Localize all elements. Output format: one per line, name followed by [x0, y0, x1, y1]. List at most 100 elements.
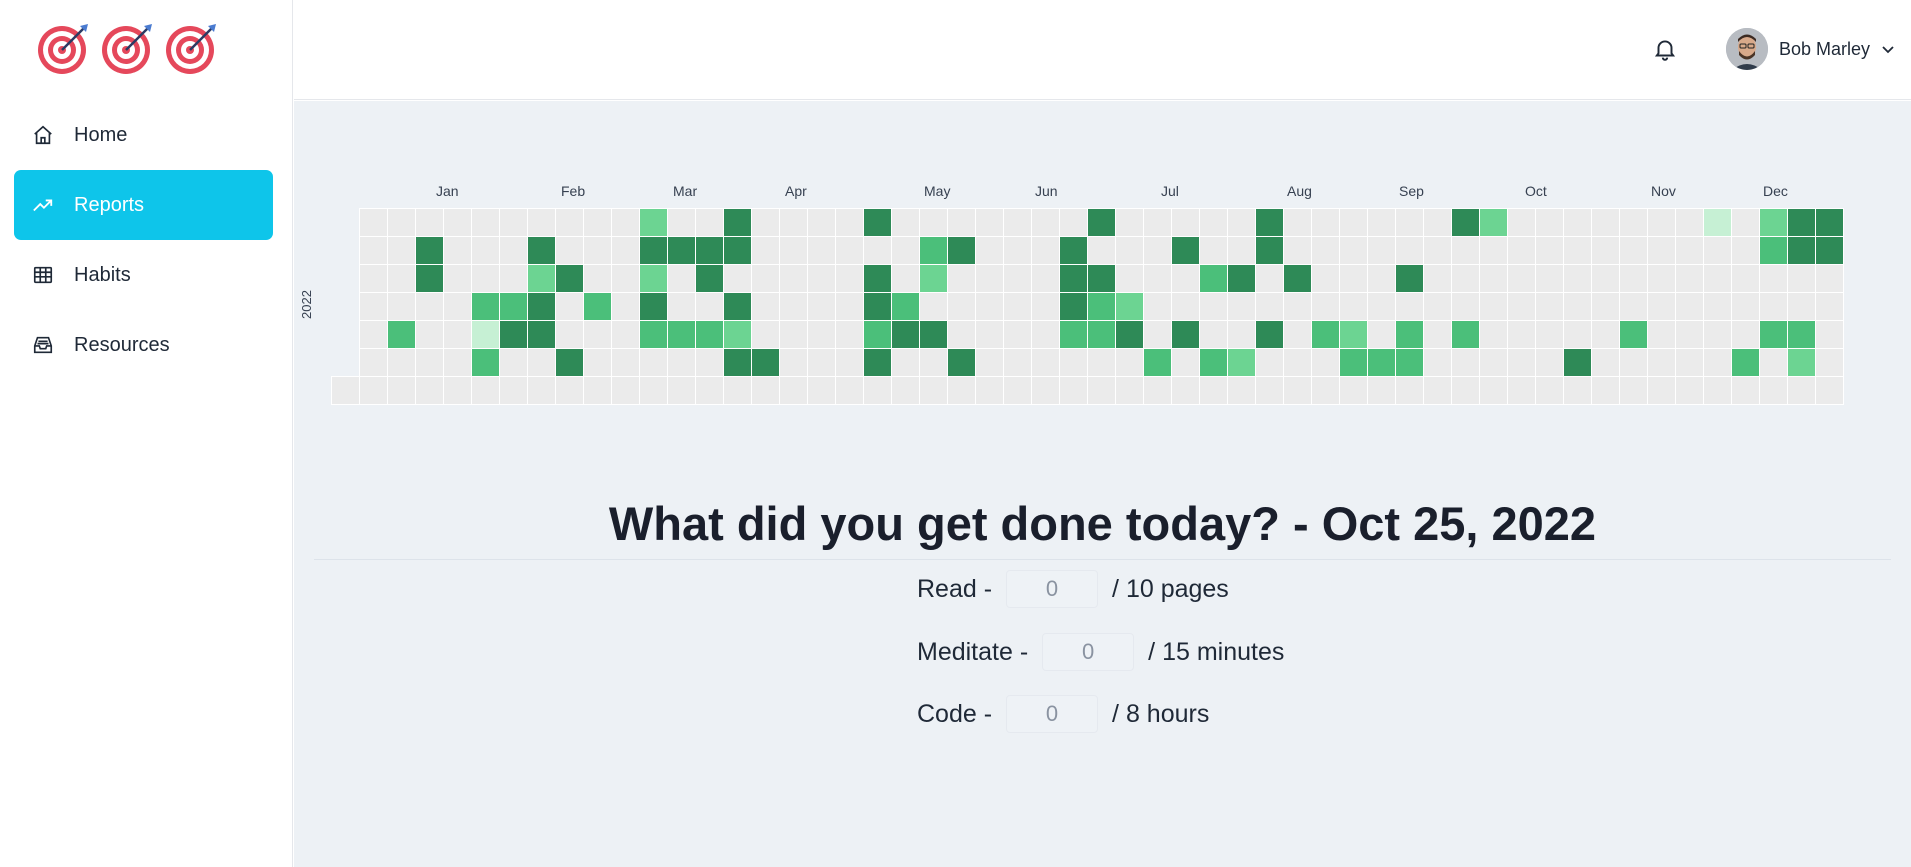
heatmap-cell[interactable]	[528, 377, 555, 404]
heatmap-cell[interactable]	[1676, 293, 1703, 320]
heatmap-cell[interactable]	[1116, 321, 1143, 348]
heatmap-cell[interactable]	[640, 321, 667, 348]
user-menu[interactable]: Bob Marley	[1726, 28, 1896, 70]
heatmap-cell[interactable]	[1508, 321, 1535, 348]
heatmap-cell[interactable]	[1004, 237, 1031, 264]
heatmap-cell[interactable]	[1060, 293, 1087, 320]
heatmap-cell[interactable]	[920, 321, 947, 348]
heatmap-cell[interactable]	[1312, 293, 1339, 320]
heatmap-cell[interactable]	[1032, 377, 1059, 404]
heatmap-cell[interactable]	[1032, 209, 1059, 236]
heatmap-cell[interactable]	[1312, 265, 1339, 292]
heatmap-cell[interactable]	[1032, 237, 1059, 264]
heatmap-cell[interactable]	[892, 265, 919, 292]
heatmap-cell[interactable]	[1620, 293, 1647, 320]
heatmap-cell[interactable]	[1648, 293, 1675, 320]
bell-icon[interactable]	[1652, 36, 1678, 62]
heatmap-cell[interactable]	[976, 293, 1003, 320]
heatmap-cell[interactable]	[500, 377, 527, 404]
heatmap-cell[interactable]	[1788, 209, 1815, 236]
heatmap-cell[interactable]	[1060, 377, 1087, 404]
heatmap-cell[interactable]	[1648, 321, 1675, 348]
heatmap-cell[interactable]	[1200, 321, 1227, 348]
heatmap-cell[interactable]	[892, 209, 919, 236]
heatmap-cell[interactable]	[1620, 265, 1647, 292]
heatmap-cell[interactable]	[668, 237, 695, 264]
heatmap-cell[interactable]	[556, 237, 583, 264]
heatmap-cell[interactable]	[1452, 377, 1479, 404]
heatmap-cell[interactable]	[1368, 321, 1395, 348]
heatmap-cell[interactable]	[668, 321, 695, 348]
heatmap-cell[interactable]	[416, 209, 443, 236]
heatmap-cell[interactable]	[948, 349, 975, 376]
heatmap-cell[interactable]	[444, 209, 471, 236]
heatmap-cell[interactable]	[1648, 209, 1675, 236]
heatmap-cell[interactable]	[444, 265, 471, 292]
heatmap-cell[interactable]	[1284, 237, 1311, 264]
read-input[interactable]	[1006, 570, 1099, 608]
heatmap-cell[interactable]	[864, 209, 891, 236]
heatmap-cell[interactable]	[1648, 237, 1675, 264]
heatmap-cell[interactable]	[584, 265, 611, 292]
heatmap-cell[interactable]	[1480, 293, 1507, 320]
heatmap-cell[interactable]	[1452, 209, 1479, 236]
heatmap-cell[interactable]	[1760, 321, 1787, 348]
heatmap-cell[interactable]	[444, 293, 471, 320]
heatmap-cell[interactable]	[1676, 321, 1703, 348]
heatmap-cell[interactable]	[1424, 237, 1451, 264]
heatmap-cell[interactable]	[444, 237, 471, 264]
heatmap-cell[interactable]	[1704, 265, 1731, 292]
heatmap-cell[interactable]	[1480, 237, 1507, 264]
heatmap-cell[interactable]	[1620, 377, 1647, 404]
heatmap-cell[interactable]	[584, 349, 611, 376]
heatmap-cell[interactable]	[1452, 349, 1479, 376]
heatmap-cell[interactable]	[780, 377, 807, 404]
heatmap-cell[interactable]	[976, 377, 1003, 404]
heatmap-cell[interactable]	[360, 321, 387, 348]
heatmap-cell[interactable]	[1172, 209, 1199, 236]
heatmap-cell[interactable]	[1340, 377, 1367, 404]
heatmap-cell[interactable]	[612, 321, 639, 348]
heatmap-cell[interactable]	[1564, 293, 1591, 320]
heatmap-cell[interactable]	[1200, 377, 1227, 404]
heatmap-cell[interactable]	[1228, 209, 1255, 236]
heatmap-cell[interactable]	[556, 293, 583, 320]
heatmap-cell[interactable]	[1088, 265, 1115, 292]
heatmap-cell[interactable]	[1060, 321, 1087, 348]
heatmap-cell[interactable]	[1592, 293, 1619, 320]
heatmap-cell[interactable]	[752, 265, 779, 292]
heatmap-cell[interactable]	[920, 349, 947, 376]
heatmap-cell[interactable]	[1200, 349, 1227, 376]
heatmap-cell[interactable]	[1396, 321, 1423, 348]
heatmap-cell[interactable]	[640, 265, 667, 292]
heatmap-cell[interactable]	[1620, 349, 1647, 376]
heatmap-cell[interactable]	[1284, 321, 1311, 348]
heatmap-cell[interactable]	[920, 209, 947, 236]
heatmap-cell[interactable]	[1732, 293, 1759, 320]
heatmap-cell[interactable]	[444, 321, 471, 348]
heatmap-cell[interactable]	[1088, 237, 1115, 264]
heatmap-cell[interactable]	[836, 349, 863, 376]
heatmap-cell[interactable]	[1620, 209, 1647, 236]
heatmap-cell[interactable]	[1732, 209, 1759, 236]
heatmap-cell[interactable]	[1340, 293, 1367, 320]
heatmap-cell[interactable]	[948, 293, 975, 320]
heatmap-cell[interactable]	[1144, 349, 1171, 376]
heatmap-cell[interactable]	[416, 349, 443, 376]
heatmap-cell[interactable]	[1116, 349, 1143, 376]
heatmap-cell[interactable]	[388, 349, 415, 376]
heatmap-cell[interactable]	[1368, 349, 1395, 376]
heatmap-cell[interactable]	[1480, 349, 1507, 376]
heatmap-cell[interactable]	[472, 265, 499, 292]
heatmap-cell[interactable]	[1256, 237, 1283, 264]
heatmap-cell[interactable]	[1088, 209, 1115, 236]
heatmap-cell[interactable]	[360, 377, 387, 404]
heatmap-cell[interactable]	[1424, 377, 1451, 404]
heatmap-cell[interactable]	[1340, 237, 1367, 264]
heatmap-cell[interactable]	[1536, 265, 1563, 292]
heatmap-cell[interactable]	[1004, 321, 1031, 348]
heatmap-cell[interactable]	[1592, 265, 1619, 292]
heatmap-cell[interactable]	[808, 209, 835, 236]
heatmap-cell[interactable]	[1340, 265, 1367, 292]
heatmap-cell[interactable]	[892, 321, 919, 348]
